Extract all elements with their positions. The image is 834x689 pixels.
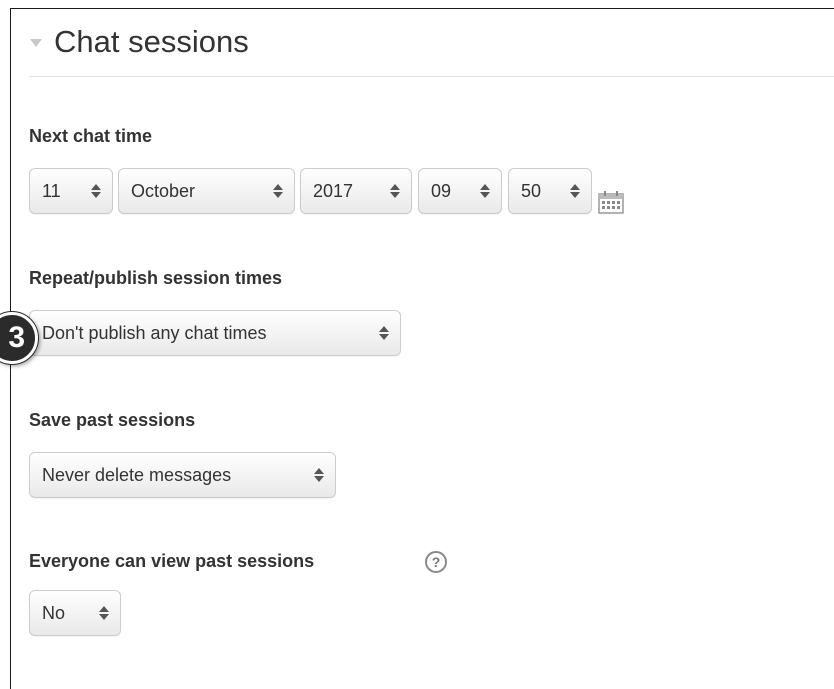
everyone-view-select-value: No [42, 602, 66, 623]
section-title: Chat sessions [54, 24, 249, 59]
everyone-view-label: Everyone can view past sessions [29, 551, 315, 571]
select-arrows-icon [99, 605, 109, 621]
year-select-value: 2017 [313, 180, 354, 201]
select-arrows-icon [480, 183, 490, 199]
save-past-sessions-select-value: Never delete messages [42, 464, 232, 485]
month-select[interactable]: October [118, 168, 295, 214]
caret-down-icon [30, 39, 42, 47]
help-icon[interactable]: ? [425, 551, 447, 573]
repeat-publish-select-value: Don't publish any chat times [42, 322, 267, 343]
repeat-publish-select[interactable]: Don't publish any chat times [29, 310, 401, 356]
hour-select[interactable]: 09 [418, 168, 502, 214]
next-chat-time-label: Next chat time [29, 126, 153, 146]
select-arrows-icon [570, 183, 580, 199]
repeat-publish-label: Repeat/publish session times [29, 268, 283, 288]
select-arrows-icon [379, 325, 389, 341]
section-header-chat-sessions[interactable]: Chat sessions [30, 22, 249, 62]
month-select-value: October [131, 180, 196, 201]
select-arrows-icon [314, 467, 324, 483]
day-select[interactable]: 11 [29, 168, 113, 214]
select-arrows-icon [273, 183, 283, 199]
calendar-icon[interactable] [598, 190, 624, 214]
everyone-view-select[interactable]: No [29, 590, 121, 636]
year-select[interactable]: 2017 [300, 168, 412, 214]
minute-select[interactable]: 50 [508, 168, 592, 214]
select-arrows-icon [91, 183, 101, 199]
save-past-sessions-label: Save past sessions [29, 410, 196, 430]
minute-select-value: 50 [521, 180, 542, 201]
hour-select-value: 09 [431, 180, 452, 201]
save-past-sessions-select[interactable]: Never delete messages [29, 452, 336, 498]
section-divider [29, 76, 834, 77]
select-arrows-icon [390, 183, 400, 199]
day-select-value: 11 [42, 180, 61, 201]
